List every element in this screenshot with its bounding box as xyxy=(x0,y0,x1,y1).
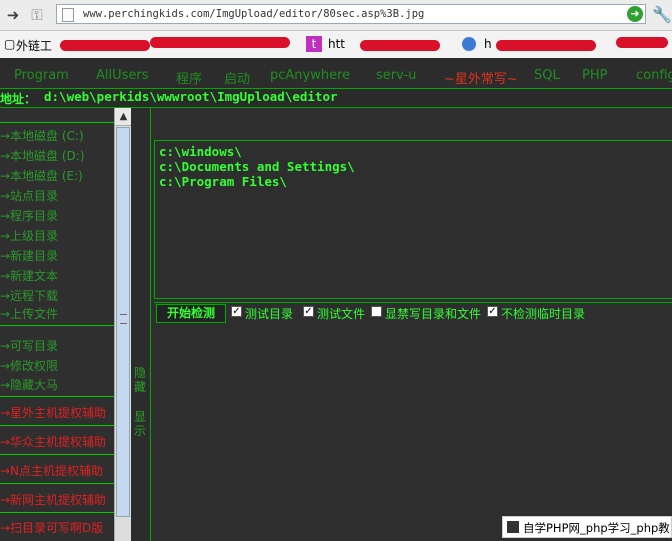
bookmark-item-1[interactable]: 外链工 xyxy=(16,37,52,54)
sidebar-item-new-text[interactable]: →新建文本 xyxy=(0,267,58,284)
divider xyxy=(0,483,114,484)
bookmarks-bar: ▢ 外链工 t htt h xyxy=(0,31,672,59)
menu-program[interactable]: Program xyxy=(14,68,69,83)
scroll-thumb[interactable] xyxy=(116,127,130,517)
drive-entry[interactable]: c:\Program Files\ xyxy=(159,174,287,189)
path-row: 地址： d:\web\perkids\wwwroot\ImgUpload\edi… xyxy=(0,88,672,108)
sidebar-item-permissions[interactable]: →修改权限 xyxy=(0,357,58,374)
divider xyxy=(0,454,114,455)
menu-php[interactable]: PHP xyxy=(582,68,607,83)
url-text: www.perchingkids.com/ImgUpload/editor/80… xyxy=(83,8,425,20)
sidebar-item-drive-d[interactable]: →本地磁盘 (D:) xyxy=(0,147,85,164)
menu-sql[interactable]: SQL xyxy=(534,68,560,83)
sidebar-item-huazhong[interactable]: →华众主机提权辅助 xyxy=(0,433,106,450)
bookmark-item-3[interactable]: htt xyxy=(328,37,345,51)
menu-allusers[interactable]: AllUsers xyxy=(96,68,149,83)
sidebar-item-scan-writable[interactable]: →扫目录可写啊D版 xyxy=(0,519,103,536)
wrench-icon[interactable]: 🔧 xyxy=(652,5,672,24)
sidebar-item-xingwai[interactable]: →星外主机提权辅助 xyxy=(0,404,106,421)
redaction-mark xyxy=(360,40,440,51)
start-scan-button[interactable]: 开始检测 xyxy=(156,304,226,323)
watermark-text: 自学PHP网_php学习_php教 xyxy=(523,521,670,535)
globe-icon[interactable] xyxy=(462,37,476,51)
redaction-mark xyxy=(616,37,668,48)
drive-list: c:\windows\ c:\Documents and Settings\ c… xyxy=(154,140,672,299)
menu-pcanywhere[interactable]: pcAnywhere xyxy=(270,68,350,83)
check-show-readonly[interactable] xyxy=(371,306,382,317)
hide-sidebar-toggle[interactable]: 隐藏 xyxy=(134,366,146,394)
address-bar: ➜ ⚿ www.perchingkids.com/ImgUpload/edito… xyxy=(0,0,672,31)
scroll-up-icon[interactable]: ▲ xyxy=(115,108,132,126)
divider xyxy=(0,396,114,397)
sidebar-item-xinwang[interactable]: →新网主机提权辅助 xyxy=(0,491,106,508)
key-icon[interactable]: ⚿ xyxy=(28,6,46,24)
page-icon xyxy=(62,8,74,22)
sidebar-item-remote-download[interactable]: →远程下载 xyxy=(0,287,58,304)
menu-config[interactable]: config xyxy=(636,68,672,83)
sidebar-item-drive-e[interactable]: →本地磁盘 (E:) xyxy=(0,167,83,184)
check-test-file-label: 测试文件 xyxy=(317,307,366,321)
sidebar-item-drive-c[interactable]: →本地磁盘 (C:) xyxy=(0,127,84,144)
divider xyxy=(0,512,114,513)
show-sidebar-toggle[interactable]: 显示 xyxy=(134,410,146,438)
menu-chengxu[interactable]: 程序 xyxy=(176,68,202,87)
check-test-dir[interactable]: ✓ xyxy=(231,306,242,317)
url-input[interactable]: www.perchingkids.com/ImgUpload/editor/80… xyxy=(56,4,646,24)
divider xyxy=(0,425,114,426)
toggle-column xyxy=(131,108,149,541)
php-logo-icon xyxy=(507,521,519,533)
sidebar-scrollbar[interactable]: ▲ xyxy=(114,108,132,541)
check-skip-temp-label: 不检测临时目录 xyxy=(501,307,586,321)
check-test-file[interactable]: ✓ xyxy=(303,306,314,317)
redaction-mark xyxy=(496,40,596,51)
scan-options: 开始检测 ✓ 测试目录 ✓ 测试文件 显禁写目录和文件 ✓ 不检测临时目录 xyxy=(154,302,672,323)
bookmark-icon[interactable]: ▢ xyxy=(4,37,15,51)
menu-xingwai[interactable]: ~星外常写~ xyxy=(444,68,518,87)
sidebar: →本地磁盘 (C:) →本地磁盘 (D:) →本地磁盘 (E:) →站点目录 →… xyxy=(0,108,115,541)
app-icon[interactable]: t xyxy=(306,36,322,52)
divider xyxy=(0,325,114,326)
drive-entry[interactable]: c:\windows\ xyxy=(159,144,242,159)
bookmark-item-4[interactable]: h xyxy=(484,37,492,51)
grip-icon xyxy=(120,314,127,324)
menu-servu[interactable]: serv-u xyxy=(376,68,416,83)
sidebar-item-hide-shell[interactable]: →隐藏大马 xyxy=(0,376,58,393)
go-icon[interactable]: ➜ xyxy=(627,6,643,22)
check-skip-temp[interactable]: ✓ xyxy=(487,306,498,317)
top-menu: Program AllUsers 程序 启动 pcAnywhere serv-u… xyxy=(0,58,672,88)
back-icon[interactable]: ➜ xyxy=(4,6,22,24)
redaction-mark xyxy=(60,40,150,51)
sidebar-item-ndian[interactable]: →N点主机提权辅助 xyxy=(0,462,103,479)
redaction-mark xyxy=(150,37,290,48)
path-label: 地址： xyxy=(0,92,37,106)
sidebar-item-writable-dir[interactable]: →可写目录 xyxy=(0,337,58,354)
sidebar-item-new-dir[interactable]: →新建目录 xyxy=(0,247,58,264)
check-show-readonly-label: 显禁写目录和文件 xyxy=(385,307,482,321)
drive-entry[interactable]: c:\Documents and Settings\ xyxy=(159,159,355,174)
check-test-dir-label: 测试目录 xyxy=(245,307,294,321)
watermark: 自学PHP网_php学习_php教 xyxy=(502,516,672,538)
menu-qidong[interactable]: 启动 xyxy=(224,68,250,87)
sidebar-item-parent-dir[interactable]: →上级目录 xyxy=(0,227,58,244)
sidebar-item-program-dir[interactable]: →程序目录 xyxy=(0,207,58,224)
sidebar-item-site-dir[interactable]: →站点目录 xyxy=(0,187,58,204)
path-input[interactable]: d:\web\perkids\wwwroot\ImgUpload\editor xyxy=(44,89,338,104)
sidebar-item-upload[interactable]: →上传文件 xyxy=(0,305,58,322)
divider xyxy=(0,122,114,123)
